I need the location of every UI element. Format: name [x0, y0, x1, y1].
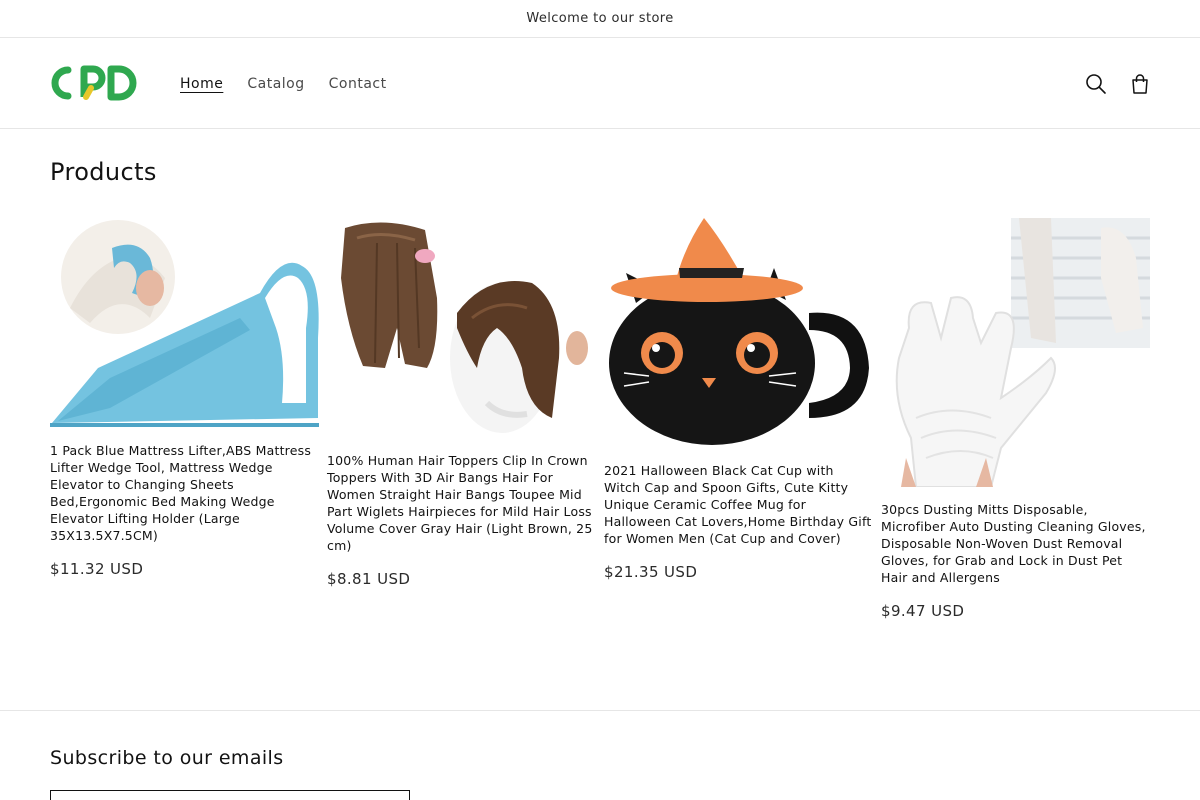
product-price: $21.35 USD: [604, 563, 698, 581]
subscribe-title: Subscribe to our emails: [50, 747, 284, 769]
product-title[interactable]: 30pcs Dusting Mitts Disposable, Microfib…: [881, 501, 1150, 586]
product-title[interactable]: 1 Pack Blue Mattress Lifter,ABS Mattress…: [50, 442, 319, 544]
product-price: $11.32 USD: [50, 560, 144, 578]
search-button[interactable]: [1081, 69, 1111, 99]
nav-contact-link[interactable]: Contact: [317, 76, 399, 92]
product-image-hair-topper[interactable]: [327, 218, 596, 438]
collection-title: Products: [50, 158, 157, 186]
newsletter-section: Subscribe to our emails: [0, 710, 1200, 800]
product-image-cat-cup[interactable]: [604, 218, 873, 448]
product-title[interactable]: 100% Human Hair Toppers Clip In Crown To…: [327, 452, 596, 554]
announcement-bar: Welcome to our store: [0, 0, 1200, 38]
email-field[interactable]: [50, 790, 410, 800]
nav-home-link[interactable]: Home: [168, 76, 235, 92]
product-card[interactable]: 30pcs Dusting Mitts Disposable, Microfib…: [881, 218, 1150, 620]
site-header: Home Catalog Contact: [0, 38, 1200, 129]
cart-button[interactable]: [1125, 69, 1155, 99]
product-price: $8.81 USD: [327, 570, 411, 588]
product-card[interactable]: 100% Human Hair Toppers Clip In Crown To…: [327, 218, 596, 588]
product-image-mattress-lifter[interactable]: [50, 218, 319, 428]
product-card[interactable]: 2021 Halloween Black Cat Cup with Witch …: [604, 218, 873, 581]
product-title[interactable]: 2021 Halloween Black Cat Cup with Witch …: [604, 462, 873, 547]
cart-icon: [1132, 74, 1148, 94]
search-icon: [1086, 74, 1106, 94]
product-card[interactable]: 1 Pack Blue Mattress Lifter,ABS Mattress…: [50, 218, 319, 578]
store-logo[interactable]: [50, 64, 142, 102]
announcement-text: Welcome to our store: [526, 11, 674, 26]
product-image-dusting-mitts[interactable]: [881, 218, 1150, 487]
main-nav: Home Catalog Contact: [168, 38, 399, 129]
nav-catalog-link[interactable]: Catalog: [235, 76, 316, 92]
product-price: $9.47 USD: [881, 602, 965, 620]
